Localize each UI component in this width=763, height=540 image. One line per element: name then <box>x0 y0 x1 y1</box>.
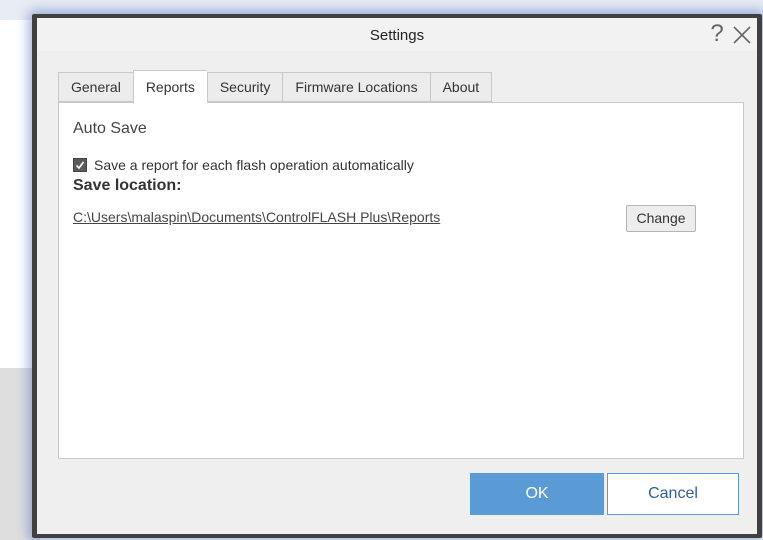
auto-save-option[interactable]: Save a report for each flash operation a… <box>73 157 414 173</box>
tab-security[interactable]: Security <box>206 72 283 102</box>
auto-save-heading: Auto Save <box>73 120 147 137</box>
cancel-button[interactable]: Cancel <box>607 473 739 515</box>
close-icon <box>733 26 751 44</box>
change-location-button[interactable]: Change <box>626 205 696 232</box>
auto-save-checkbox-label: Save a report for each flash operation a… <box>94 157 414 173</box>
close-button[interactable] <box>731 24 753 46</box>
auto-save-checkbox[interactable] <box>73 158 87 172</box>
save-location-label: Save location: <box>73 177 182 194</box>
checkmark-icon <box>75 161 85 170</box>
tab-reports[interactable]: Reports <box>132 70 207 104</box>
tab-firmware-locations[interactable]: Firmware Locations <box>282 72 430 102</box>
dialog-body: Settings ? General Reports Security Firm… <box>37 18 757 534</box>
window-title: Settings <box>369 27 425 44</box>
settings-dialog: Settings ? General Reports Security Firm… <box>32 14 762 538</box>
reports-panel: Auto Save Save a report for each flash o… <box>58 102 744 459</box>
help-button[interactable]: ? <box>705 21 729 47</box>
tab-general[interactable]: General <box>58 72 133 102</box>
title-bar: Settings ? <box>37 18 757 51</box>
ok-button[interactable]: OK <box>470 473 604 515</box>
settings-tabs: General Reports Security Firmware Locati… <box>58 70 493 104</box>
tab-about[interactable]: About <box>429 72 493 102</box>
save-location-path-link[interactable]: C:\Users\malaspin\Documents\ControlFLASH… <box>73 209 440 225</box>
